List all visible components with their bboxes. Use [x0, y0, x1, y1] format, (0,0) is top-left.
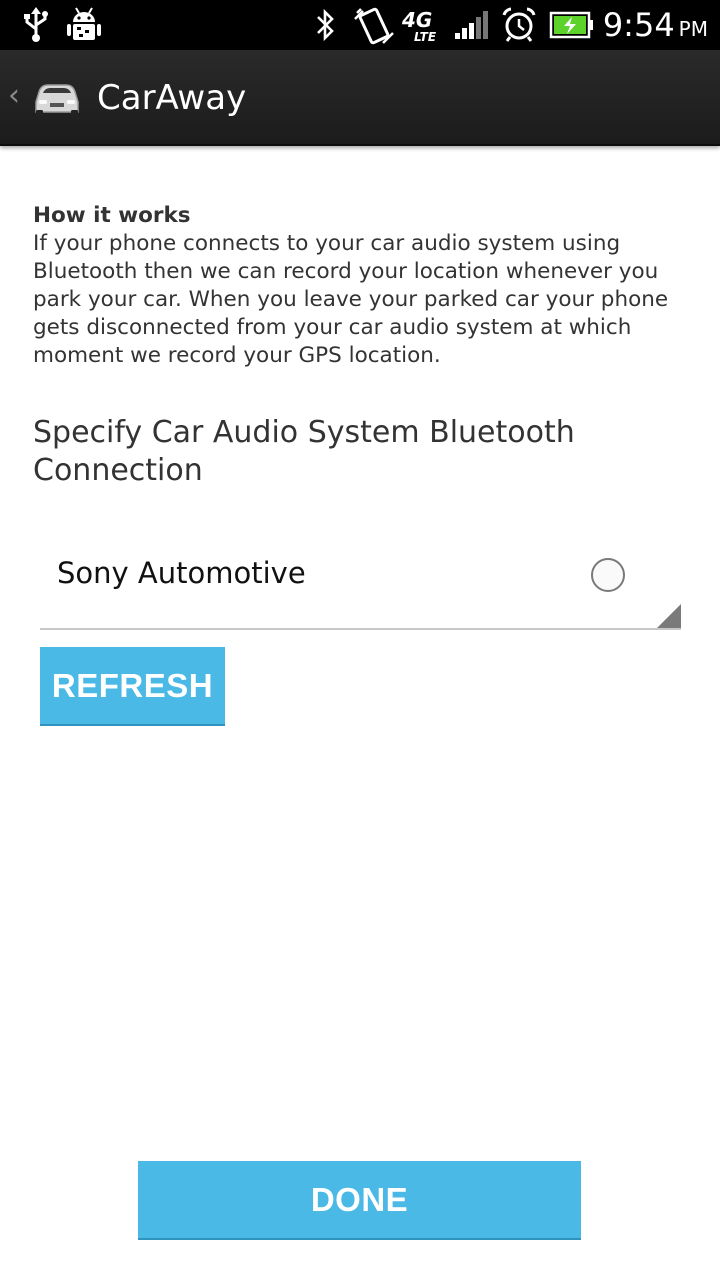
- done-button[interactable]: DONE: [138, 1161, 581, 1240]
- selected-device-label: Sony Automotive: [57, 556, 306, 590]
- bluetooth-device-spinner[interactable]: Sony Automotive: [40, 540, 681, 630]
- car-icon: [30, 72, 84, 124]
- bluetooth-section-title: Specify Car Audio System Bluetooth Conne…: [33, 415, 575, 488]
- app-title: CarAway: [97, 78, 247, 118]
- signal-icon: [452, 0, 490, 50]
- bluetooth-icon: [313, 0, 339, 50]
- device-radio-button[interactable]: [591, 558, 625, 592]
- clock-ampm: PM: [678, 17, 708, 41]
- alarm-icon: [500, 0, 538, 50]
- status-bar: 4G LTE 9:54 PM: [0, 0, 720, 50]
- how-it-works-body: If your phone connects to your car audio…: [33, 231, 669, 368]
- home-up-button[interactable]: ‹: [0, 50, 90, 146]
- vibrate-icon: [352, 0, 396, 50]
- svg-text:LTE: LTE: [414, 30, 437, 44]
- refresh-button[interactable]: REFRESH: [40, 647, 225, 726]
- clock-time: 9:54: [602, 6, 675, 44]
- 4g-lte-icon: 4G LTE: [400, 0, 444, 50]
- spinner-dropdown-indicator-icon: [657, 604, 681, 628]
- how-it-works-section: How it works If your phone connects to y…: [33, 202, 693, 370]
- action-bar: ‹ CarAway: [0, 50, 720, 146]
- svg-text:4G: 4G: [401, 8, 432, 32]
- clock: 9:54 PM: [603, 0, 708, 50]
- usb-icon: [22, 0, 50, 50]
- chevron-left-icon: ‹: [8, 78, 20, 113]
- battery-charging-icon: [548, 0, 596, 50]
- how-it-works-heading: How it works: [33, 203, 191, 228]
- android-debug-icon: [66, 0, 102, 50]
